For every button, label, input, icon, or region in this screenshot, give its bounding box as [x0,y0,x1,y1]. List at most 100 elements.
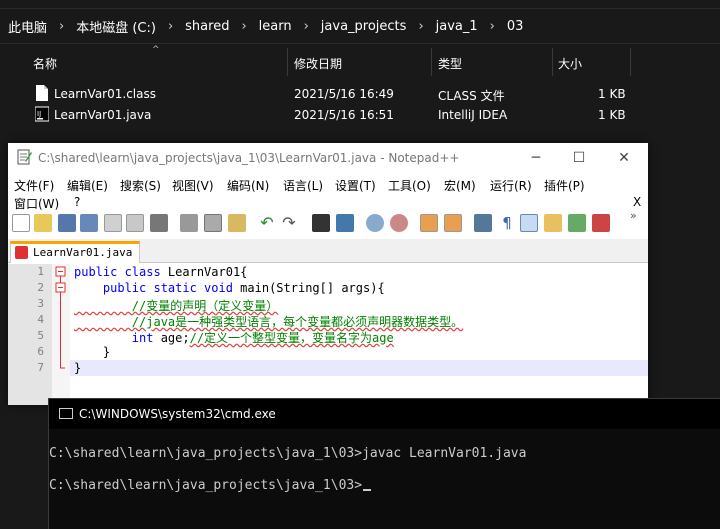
column-name[interactable]: 名称 [33,55,57,72]
close-document-button[interactable]: X [633,195,641,209]
redo-icon[interactable]: ↷ [280,214,298,232]
class-file-icon [36,85,48,101]
toolbar: ↶ ↷ ¶ » [8,209,648,237]
menu-tools[interactable]: 工具(O) [388,177,431,194]
maximize-icon[interactable]: ☐ [569,148,589,168]
zoom-in-icon[interactable] [366,214,384,232]
column-divider[interactable] [287,48,288,76]
column-size[interactable]: 大小 [558,55,582,72]
code-line: public class LearnVar01{ [74,265,248,279]
new-file-icon[interactable] [12,214,30,232]
file-row[interactable]: IJ LearnVar01.java 2021/5/16 16:51 Intel… [0,105,720,125]
line-number: 5 [37,329,44,342]
notepad-app-icon [17,149,32,165]
close-icon[interactable]: ✕ [614,148,634,168]
line-number: 7 [37,361,44,374]
save-icon[interactable] [58,214,76,232]
sync-vertical-icon[interactable] [420,214,438,232]
tab-bar: LearnVar01.java [8,239,648,263]
sync-horizontal-icon[interactable] [444,214,462,232]
breadcrumb-this-pc[interactable]: 此电脑 [4,17,51,36]
line-number: 1 [37,265,44,278]
chevron-right-icon[interactable]: › [482,19,503,34]
menu-search[interactable]: 搜索(S) [120,177,161,194]
svg-text:IJ: IJ [37,110,41,118]
menu-language[interactable]: 语言(L) [283,177,323,194]
zoom-out-icon[interactable] [390,214,408,232]
undo-icon[interactable]: ↶ [258,214,276,232]
file-row[interactable]: LearnVar01.class 2021/5/16 16:49 CLASS 文… [0,84,720,104]
column-modified[interactable]: 修改日期 [294,55,342,72]
breadcrumb-shared[interactable]: shared [181,19,233,34]
breadcrumb-03[interactable]: 03 [503,19,528,34]
cmd-window: C:\WINDOWS\system32\cmd.exe C:\shared\le… [48,398,720,529]
menu-settings[interactable]: 设置(T) [335,177,376,194]
breadcrumb-java-projects[interactable]: java_projects [317,19,411,34]
file-name: LearnVar01.class [54,87,156,101]
column-headers: ^ 名称 修改日期 类型 大小 [0,45,720,78]
cut-icon[interactable] [180,214,198,232]
code-line: } [74,345,111,359]
show-all-chars-icon[interactable]: ¶ [498,214,516,232]
column-divider[interactable] [630,48,631,76]
line-number: 2 [37,281,44,294]
chevron-right-icon[interactable]: › [233,19,254,34]
menu-run[interactable]: 运行(R) [490,177,532,194]
menu-edit[interactable]: 编辑(E) [67,177,108,194]
file-modified: 2021/5/16 16:49 [294,87,394,101]
chevron-right-icon[interactable]: › [160,19,181,34]
replace-icon[interactable] [336,214,354,232]
record-macro-icon[interactable] [592,214,610,232]
fold-markers [55,266,66,369]
menu-view[interactable]: 视图(V) [172,177,214,194]
tab-learnvar01[interactable]: LearnVar01.java [10,241,140,263]
cmd-prompt-line[interactable]: C:\shared\learn\java_projects\java_1\03> [49,478,372,493]
address-bar[interactable]: 此电脑 › 本地磁盘 (C:) › shared › learn › java_… [0,8,720,44]
doc-map-icon[interactable] [544,214,562,232]
print-icon[interactable] [150,214,168,232]
cmd-window-title: C:\WINDOWS\system32\cmd.exe [79,407,276,421]
intellij-file-icon: IJ [35,106,49,122]
breadcrumb-local-disk[interactable]: 本地磁盘 (C:) [72,17,160,36]
line-number: 3 [37,297,44,310]
file-size: 1 KB [598,108,626,122]
menu-macro[interactable]: 宏(M) [444,177,476,194]
open-file-icon[interactable] [34,214,52,232]
line-number: 6 [37,345,44,358]
menu-encoding[interactable]: 编码(N) [227,177,269,194]
code-line: public static void main(String[] args){ [102,281,385,295]
word-wrap-icon[interactable] [474,214,492,232]
close-file-icon[interactable] [104,214,122,232]
title-bar[interactable]: C:\shared\learn\java_projects\java_1\03\… [8,143,648,173]
column-divider[interactable] [552,48,553,76]
function-list-icon[interactable] [568,214,586,232]
cmd-title-bar[interactable]: C:\WINDOWS\system32\cmd.exe [49,399,720,429]
save-all-icon[interactable] [80,214,98,232]
indent-guide-icon[interactable] [520,214,538,232]
chevron-right-icon[interactable]: › [410,19,431,34]
column-type[interactable]: 类型 [438,55,462,72]
fold-margin [52,264,70,405]
find-icon[interactable] [312,214,330,232]
notepad-plus-plus-window: C:\shared\learn\java_projects\java_1\03\… [8,143,648,405]
sort-up-icon: ^ [152,45,160,55]
file-name: LearnVar01.java [54,108,152,122]
menu-plugins[interactable]: 插件(P) [544,177,585,194]
file-modified: 2021/5/16 16:51 [294,108,394,122]
breadcrumb-java-1[interactable]: java_1 [432,19,482,34]
code-editor[interactable]: 1 2 3 4 5 6 7 public class LearnVar01{ p… [8,264,648,405]
code-line: } [74,361,82,375]
paste-icon[interactable] [228,214,246,232]
copy-icon[interactable] [204,214,222,232]
minimize-icon[interactable]: ─ [526,148,546,168]
toolbar-overflow-icon[interactable]: » [630,210,644,228]
line-number: 4 [37,313,44,326]
chevron-right-icon[interactable]: › [51,19,72,34]
column-divider[interactable] [431,48,432,76]
cmd-output-line: C:\shared\learn\java_projects\java_1\03>… [49,446,527,461]
breadcrumb-learn[interactable]: learn [255,19,296,34]
chevron-right-icon[interactable]: › [296,19,317,34]
menu-file[interactable]: 文件(F) [14,177,54,194]
menu-help[interactable]: ? [74,195,80,209]
close-all-icon[interactable] [126,214,144,232]
